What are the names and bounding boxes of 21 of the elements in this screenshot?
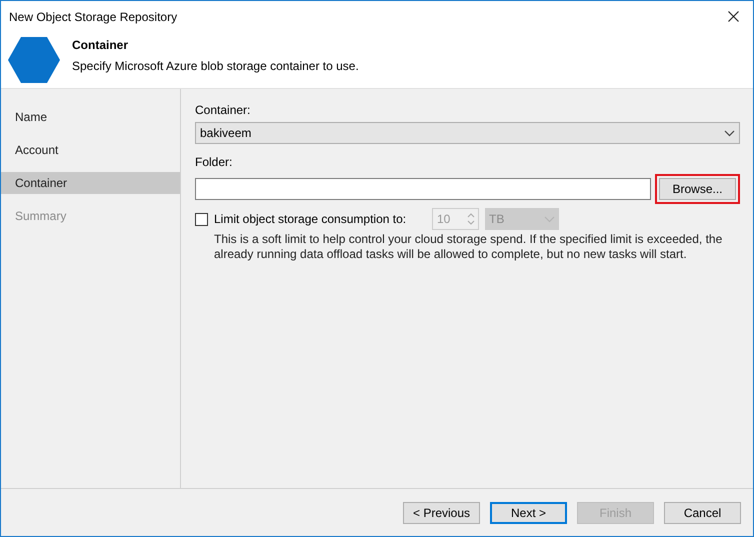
checkbox-label: Limit object storage consumption to: <box>214 211 408 228</box>
chevron-down-icon <box>724 130 735 136</box>
close-icon <box>728 11 738 22</box>
sidebar-item[interactable]: Container <box>1 172 180 194</box>
checkbox[interactable] <box>195 212 208 226</box>
wizard-button[interactable]: < Previous <box>403 502 480 524</box>
wizard-button[interactable]: Next > <box>490 502 567 524</box>
step-description: Specify Microsoft Azure blob storage container to use. <box>72 58 359 74</box>
container-dropdown[interactable]: bakiveem <box>195 122 740 144</box>
folder-field[interactable] <box>195 178 651 200</box>
sidebar-item[interactable]: Name <box>1 106 180 128</box>
browse-button[interactable]: Browse... <box>659 178 736 200</box>
field-label: Folder: <box>195 154 234 171</box>
step-title: Container <box>72 36 130 54</box>
field-label: Container: <box>195 102 252 119</box>
wizard-button[interactable]: Cancel <box>664 502 741 524</box>
hexagon-icon <box>8 37 60 83</box>
spin-arrows-icon <box>466 211 476 227</box>
sidebar-item[interactable]: Account <box>1 139 180 161</box>
limit-note: This is a soft limit to help control your cloud storage spend. If the specified limit is exceeded, the already running data offload tasks will be allowed to complete, but no new tasks will start. <box>214 232 724 262</box>
window-title: New Object Storage Repository <box>9 8 178 26</box>
